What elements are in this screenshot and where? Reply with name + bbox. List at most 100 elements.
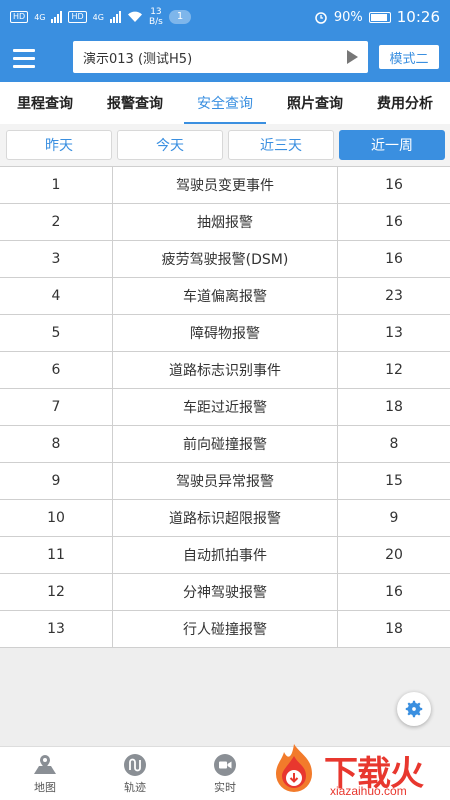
range-three-days-button[interactable]: 近三天 bbox=[228, 130, 334, 160]
tab-cost[interactable]: 费用分析 bbox=[360, 82, 450, 124]
row-index: 3 bbox=[0, 241, 113, 277]
battery-percent: 90% bbox=[333, 9, 363, 25]
track-icon bbox=[124, 753, 146, 776]
range-yesterday-button[interactable]: 昨天 bbox=[6, 130, 112, 160]
event-count: 18 bbox=[385, 399, 403, 415]
event-name: 驾驶员异常报警 bbox=[113, 463, 338, 499]
tab-photo[interactable]: 照片查询 bbox=[270, 82, 360, 124]
table-row: 5 障碍物报警 13 bbox=[0, 315, 450, 352]
gear-icon bbox=[405, 700, 423, 718]
mode-button[interactable]: 模式二 bbox=[378, 44, 440, 70]
row-index: 11 bbox=[0, 537, 113, 573]
nav-realtime-label: 实时 bbox=[214, 780, 236, 794]
speed-unit: B/s bbox=[148, 17, 163, 27]
tab-safety[interactable]: 安全查询 bbox=[180, 82, 270, 124]
status-bar: HD 4G HD 4G 13 B/s 1 90% 10:26 bbox=[0, 0, 450, 34]
app-header: 演示013 (测试H5) 模式二 bbox=[0, 34, 450, 82]
event-count: 16 bbox=[385, 584, 403, 600]
event-name: 车道偏离报警 bbox=[113, 278, 338, 314]
event-count: 16 bbox=[385, 177, 403, 193]
hd-badge: HD bbox=[10, 11, 29, 23]
event-name: 分神驾驶报警 bbox=[113, 574, 338, 610]
event-count: 23 bbox=[385, 288, 403, 304]
vehicle-selector[interactable]: 演示013 (测试H5) bbox=[73, 41, 368, 73]
signal-icon-2 bbox=[109, 11, 121, 23]
event-name: 前向碰撞报警 bbox=[113, 426, 338, 462]
event-name: 驾驶员变更事件 bbox=[113, 167, 338, 203]
vehicle-name: 演示013 (测试H5) bbox=[83, 51, 193, 67]
watermark-url: xiazaihuo.com bbox=[330, 784, 407, 798]
range-selector: 昨天 今天 近三天 近一周 bbox=[0, 124, 450, 166]
net-speed: 13 B/s bbox=[149, 7, 163, 27]
row-index: 13 bbox=[0, 611, 113, 647]
watermark-logo-icon bbox=[276, 744, 312, 792]
clock: 10:26 bbox=[396, 8, 440, 26]
menu-icon[interactable] bbox=[0, 34, 48, 82]
signal-icon bbox=[51, 11, 63, 23]
event-name: 道路标志识别事件 bbox=[113, 352, 338, 388]
table-row: 11 自动抓拍事件 20 bbox=[0, 537, 450, 574]
event-name: 障碍物报警 bbox=[113, 315, 338, 351]
notification-badge: 1 bbox=[168, 10, 192, 24]
event-count: 13 bbox=[385, 325, 403, 341]
map-icon bbox=[34, 754, 56, 774]
status-right: 90% 10:26 bbox=[314, 8, 440, 26]
event-name: 自动抓拍事件 bbox=[113, 537, 338, 573]
row-index: 8 bbox=[0, 426, 113, 462]
range-today-button[interactable]: 今天 bbox=[117, 130, 223, 160]
nav-track[interactable]: 轨迹 bbox=[90, 747, 180, 800]
tab-mileage[interactable]: 里程查询 bbox=[0, 82, 90, 124]
event-count: 18 bbox=[385, 621, 403, 637]
row-index: 12 bbox=[0, 574, 113, 610]
event-name: 车距过近报警 bbox=[113, 389, 338, 425]
table-row: 13 行人碰撞报警 18 bbox=[0, 611, 450, 648]
speed-value: 13 bbox=[150, 7, 162, 17]
row-index: 4 bbox=[0, 278, 113, 314]
table-row: 9 驾驶员异常报警 15 bbox=[0, 463, 450, 500]
alarm-icon bbox=[315, 12, 327, 24]
status-left: HD 4G HD 4G 13 B/s 1 bbox=[10, 7, 192, 27]
row-index: 6 bbox=[0, 352, 113, 388]
event-count: 16 bbox=[385, 214, 403, 230]
row-index: 2 bbox=[0, 204, 113, 240]
event-name: 道路标识超限报警 bbox=[113, 500, 338, 536]
table-row: 8 前向碰撞报警 8 bbox=[0, 426, 450, 463]
nav-realtime[interactable]: 实时 bbox=[180, 747, 270, 800]
range-week-button[interactable]: 近一周 bbox=[339, 130, 445, 160]
table-row: 3 疲劳驾驶报警(DSM) 16 bbox=[0, 241, 450, 278]
row-index: 10 bbox=[0, 500, 113, 536]
event-count: 15 bbox=[385, 473, 403, 489]
event-name: 疲劳驾驶报警(DSM) bbox=[113, 241, 338, 277]
watermark: 下载火 xiazaihuo.com bbox=[258, 742, 448, 800]
row-index: 1 bbox=[0, 167, 113, 203]
table-row: 7 车距过近报警 18 bbox=[0, 389, 450, 426]
wifi-icon bbox=[127, 11, 142, 22]
event-count: 16 bbox=[385, 251, 403, 267]
hd-badge-2: HD bbox=[68, 11, 87, 23]
battery-icon bbox=[368, 11, 391, 23]
table-row: 4 车道偏离报警 23 bbox=[0, 278, 450, 315]
row-index: 9 bbox=[0, 463, 113, 499]
safety-table: 1 驾驶员变更事件 16 2 抽烟报警 16 3 疲劳驾驶报警(DSM) 16 4 车道偏离报… bbox=[0, 166, 450, 648]
table-row: 6 道路标志识别事件 12 bbox=[0, 352, 450, 389]
event-count: 9 bbox=[389, 510, 399, 526]
video-icon bbox=[214, 753, 236, 776]
nav-map[interactable]: 地图 bbox=[0, 747, 90, 800]
table-row: 12 分神驾驶报警 16 bbox=[0, 574, 450, 611]
play-icon[interactable] bbox=[347, 50, 358, 64]
settings-button[interactable] bbox=[397, 692, 431, 726]
row-index: 7 bbox=[0, 389, 113, 425]
nav-map-label: 地图 bbox=[34, 780, 56, 794]
network-type: 4G bbox=[34, 12, 46, 22]
query-tabs: 里程查询 报警查询 安全查询 照片查询 费用分析 bbox=[0, 82, 450, 124]
event-name: 行人碰撞报警 bbox=[113, 611, 338, 647]
row-index: 5 bbox=[0, 315, 113, 351]
table-row: 1 驾驶员变更事件 16 bbox=[0, 167, 450, 204]
event-count: 20 bbox=[385, 547, 403, 563]
tab-alarm[interactable]: 报警查询 bbox=[90, 82, 180, 124]
event-count: 12 bbox=[385, 362, 403, 378]
event-count: 8 bbox=[389, 436, 399, 452]
table-row: 10 道路标识超限报警 9 bbox=[0, 500, 450, 537]
event-name: 抽烟报警 bbox=[113, 204, 338, 240]
network-type-2: 4G bbox=[92, 12, 104, 22]
